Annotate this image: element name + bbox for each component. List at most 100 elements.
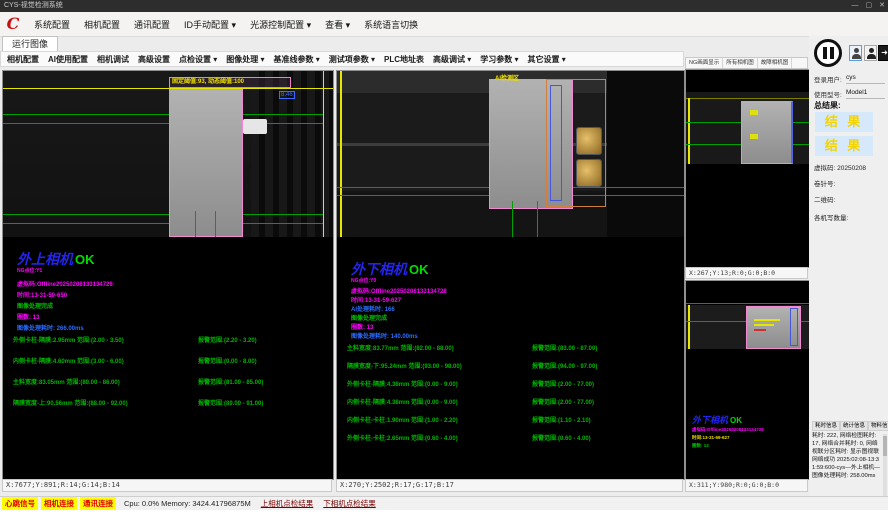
right-view-tab[interactable]: 故障相机图 — [758, 58, 793, 68]
roi-line-yellow-vertical — [688, 98, 690, 164]
camera-view-lower[interactable]: AI检测区 外下相机OK NG点位:Y0 虚拟码:Offline20250208… — [336, 70, 685, 480]
menu-items: 系统配置相机配置通讯配置ID手动配置 ▾光源控制配置 ▾查看 ▾系统语言切换 — [27, 18, 425, 31]
measurement-row: 外侧卡柱-隔膜:2.95mm 范围:(2.00 - 3.50) 报警范围:(2.… — [13, 335, 333, 356]
total-result-box-1: 结 果 — [815, 112, 873, 132]
spot-check-link[interactable]: 上相机点检结果 — [261, 498, 314, 509]
measurement-alarm: 报警范围:(1.10 - 2.10) — [532, 415, 591, 424]
tab-run-image[interactable]: 运行图像 — [2, 36, 58, 52]
toolbar-item[interactable]: 学习参数 ▾ — [480, 54, 518, 65]
measurement-list: 主料宽度:83.77mm 范围:(82.00 - 88.00) 报警范围:(83… — [347, 343, 667, 451]
info-tab[interactable]: 耗时信息 — [812, 421, 840, 431]
camera-ok-status: OK — [409, 262, 429, 277]
measurement-alarm: 报警范围:(0.60 - 4.00) — [532, 433, 591, 442]
annotation-mark — [750, 110, 758, 115]
toolbar-item[interactable]: PLC地址表 — [384, 54, 424, 65]
menu-item[interactable]: 光源控制配置 ▾ — [243, 18, 318, 31]
menu-bar: C 系统配置相机配置通讯配置ID手动配置 ▾光源控制配置 ▾查看 ▾系统语言切换 — [0, 12, 888, 37]
camera-result-title: 外下相机OK — [692, 413, 742, 426]
qrcode-field: 二维码: — [814, 194, 835, 204]
measurement-alarm: 报警范围:(2.00 - 77.00) — [532, 397, 594, 406]
info-tab[interactable]: 统计信息 — [840, 421, 868, 431]
ng-preview-lower[interactable]: 外下相机OK 虚拟码:Offline20250208133134728 时间:1… — [685, 280, 810, 480]
virtual-code-line: 虚拟码:Offline20250208133134728 — [17, 279, 113, 288]
right-view-tab[interactable]: NG画面显示 — [686, 58, 723, 68]
status-badge: 心跳信号 — [2, 497, 38, 510]
right-view-tab[interactable]: 所有相机图 — [723, 58, 758, 68]
exit-icon: ➜ — [881, 48, 888, 57]
user-lock-icon — [865, 46, 876, 60]
measurement-text: 内侧卡柱-隔膜:4.60mm 范围:(3.00 - 6.00) — [13, 359, 124, 365]
process-done-line: 图像处理完成 — [351, 313, 387, 322]
maximize-button[interactable]: ▢ — [866, 0, 873, 12]
time-line: 时间:13-31-59-627 — [692, 435, 730, 441]
ai-time-line: AI处理耗时: 166 — [351, 304, 395, 313]
camera-ok-status: OK — [75, 252, 95, 267]
menu-item[interactable]: 查看 ▾ — [318, 18, 357, 31]
minimize-button[interactable]: — — [852, 0, 859, 12]
camera-ok-status: OK — [730, 416, 742, 425]
measurement-alarm: 报警范围:(89.00 - 91.00) — [198, 398, 263, 407]
sidebar: ➜ 登录用户: cys 使用型号: Model1 总结果: 结 果 结 果 虚拟… — [809, 36, 888, 510]
login-user-value[interactable]: cys — [846, 74, 885, 84]
pause-icon — [823, 47, 827, 59]
virtual-code-field: 虚拟码: 20250208 — [814, 162, 866, 172]
product-region — [169, 89, 243, 237]
spot-check-link[interactable]: 下相机点检结果 — [323, 498, 376, 509]
annotation-mark — [754, 324, 774, 326]
toolbar-item[interactable]: AI使用配置 — [48, 54, 88, 65]
toolbar-item[interactable]: 点检设置 ▾ — [179, 54, 217, 65]
menu-item[interactable]: 相机配置 — [77, 18, 127, 31]
detect-rect-blue — [790, 308, 798, 346]
toolbar-item[interactable]: 高级设置 — [138, 54, 170, 65]
scroll-thumb[interactable] — [883, 436, 887, 456]
ng-point-line: NG点位:Y0 — [351, 277, 376, 284]
close-button[interactable]: ✕ — [879, 0, 885, 12]
roi-line-yellow-vertical — [340, 71, 342, 237]
edge-line-green — [215, 211, 216, 237]
measurement-text: 外侧卡柱-卡柱:2.65mm 范围:(0.60 - 4.00) — [347, 436, 458, 442]
info-tab[interactable]: 物料信息 — [868, 421, 888, 431]
roi-line-olive — [686, 98, 809, 99]
measurement-row: 内侧卡柱-隔膜:4.60mm 范围:(3.00 - 6.00) 报警范围:(0.… — [13, 356, 333, 377]
toolbar-item[interactable]: 图像处理 ▾ — [226, 54, 264, 65]
menu-item[interactable]: 通讯配置 — [127, 18, 177, 31]
total-result-box-2: 结 果 — [815, 136, 873, 156]
toolbar-item[interactable]: 高级调试 ▾ — [433, 54, 471, 65]
menu-item[interactable]: ID手动配置 ▾ — [177, 18, 243, 31]
camera-image-upper: 固定阈值:93, 动态阈值:100 8.46 — [3, 71, 333, 237]
ng-point-line: NG点位:Y1 — [17, 267, 42, 274]
toolbar-item[interactable]: 相机调试 — [97, 54, 129, 65]
toolbar-item[interactable]: 测试项参数 ▾ — [329, 54, 375, 65]
pause-button[interactable] — [814, 39, 842, 67]
operator-lock-button[interactable] — [864, 45, 877, 61]
window-title: CYS-视觉检测系统 — [0, 0, 888, 12]
model-value[interactable]: Model1 — [846, 89, 885, 99]
product-region — [741, 101, 793, 164]
tab-foil-region — [576, 159, 602, 187]
measurement-text: 内侧卡柱-卡柱:1.90mm 范围:(1.00 - 2.20) — [347, 418, 458, 424]
baseline-green — [686, 303, 809, 304]
measurement-text: 内侧卡柱-隔膜:4.38mm 范围:(0.00 - 9.00) — [347, 400, 458, 406]
model-row: 使用型号: Model1 — [814, 89, 885, 99]
annotation-mark — [750, 134, 758, 139]
app-window: CYS-视觉检测系统 — ▢ ✕ C 系统配置相机配置通讯配置ID手动配置 ▾光… — [0, 0, 888, 510]
user-login-button[interactable] — [849, 45, 862, 61]
menu-item[interactable]: 系统配置 — [27, 18, 77, 31]
toolbar-item[interactable]: 基准线参数 ▾ — [274, 54, 320, 65]
cycle-count-line: 圈数: 13 — [17, 312, 39, 321]
toolbar-item[interactable]: 其它设置 ▾ — [528, 54, 566, 65]
camera-view-upper[interactable]: 固定阈值:93, 动态阈值:100 8.46 外上相机OK NG点位:Y1 虚拟… — [2, 70, 334, 480]
exit-button[interactable]: ➜ — [878, 45, 888, 61]
menu-item[interactable]: 系统语言切换 — [357, 18, 425, 31]
process-time-line: 图像处理耗时: 140.00ms — [351, 331, 418, 340]
measurement-alarm: 报警范围:(2.00 - 77.00) — [532, 379, 594, 388]
measurement-text: 隔膜宽度-上:90.56mm 范围:(88.00 - 92.00) — [13, 401, 128, 407]
radius-tag: 8.46 — [279, 91, 295, 99]
threshold-overlay-box: 固定阈值:93, 动态阈值:100 — [169, 77, 291, 88]
write-count-field: 各机写数量: — [814, 212, 848, 222]
toolbar-item[interactable]: 相机配置 — [7, 54, 39, 65]
detect-rect-blue — [550, 85, 562, 201]
measurement-alarm: 报警范围:(2.20 - 3.20) — [198, 335, 257, 344]
measurement-alarm: 报警范围:(83.00 - 87.00) — [532, 343, 597, 352]
ng-preview-upper[interactable] — [685, 69, 810, 268]
